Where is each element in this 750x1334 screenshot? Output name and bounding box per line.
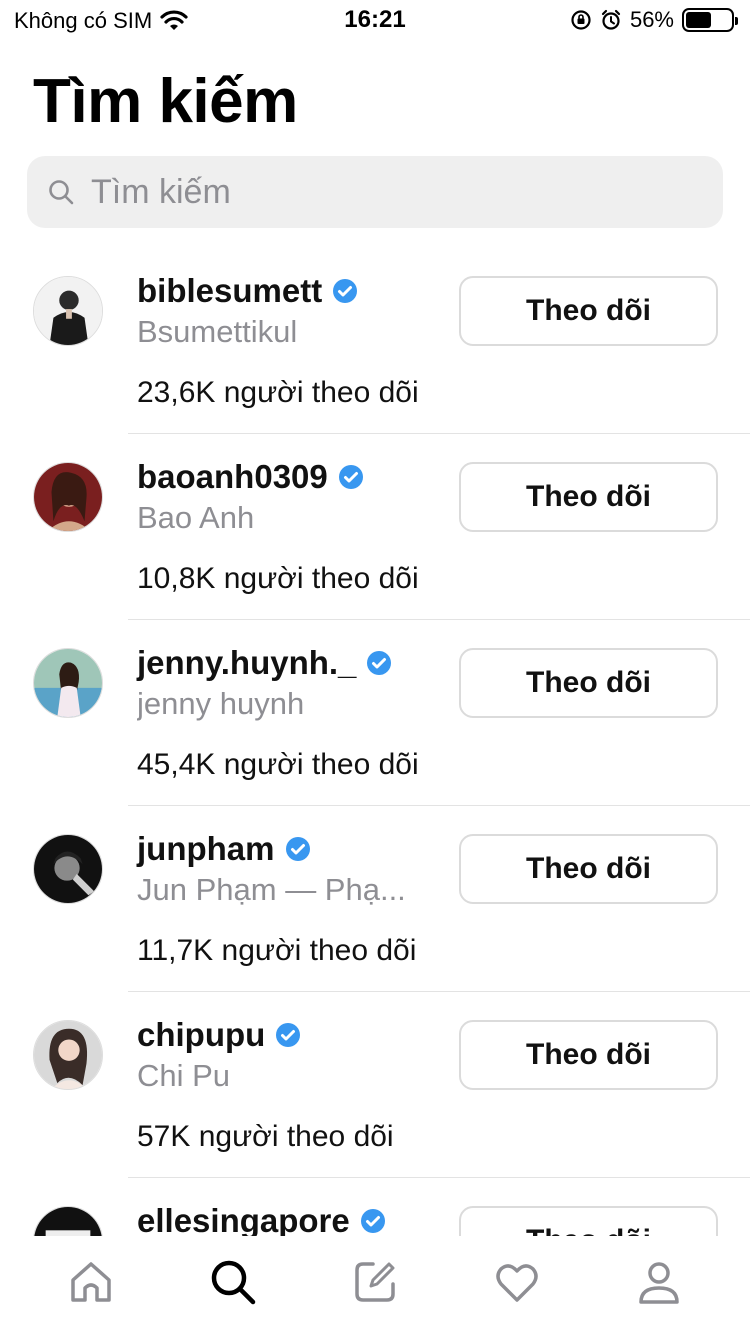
- tab-home[interactable]: [61, 1252, 121, 1312]
- avatar[interactable]: [33, 276, 103, 346]
- avatar[interactable]: [33, 834, 103, 904]
- search-bar[interactable]: [27, 156, 723, 228]
- list-item[interactable]: junpham Jun Phạm — Phạ... 11,7K người th…: [0, 806, 750, 992]
- follow-button[interactable]: Theo dõi: [459, 1206, 718, 1236]
- status-right: 56%: [570, 7, 738, 33]
- search-icon: [211, 1260, 256, 1305]
- profile-icon: [639, 1262, 679, 1304]
- verified-badge-icon: [285, 837, 310, 861]
- tab-profile[interactable]: [629, 1252, 689, 1312]
- search-results-list: biblesumett Bsumettikul 23,6K người theo…: [0, 248, 750, 1236]
- follow-button[interactable]: Theo dõi: [459, 276, 718, 346]
- username[interactable]: jenny.huynh._: [137, 644, 356, 682]
- search-input[interactable]: [91, 172, 671, 212]
- search-icon: [49, 180, 74, 205]
- username[interactable]: biblesumett: [137, 272, 322, 310]
- page-title: Tìm kiếm: [33, 67, 298, 136]
- tab-bar: [0, 1236, 750, 1334]
- follow-button[interactable]: Theo dõi: [459, 648, 718, 718]
- verified-badge-icon: [360, 1209, 385, 1233]
- avatar[interactable]: [33, 1206, 103, 1236]
- follow-button[interactable]: Theo dõi: [459, 834, 718, 904]
- follow-button[interactable]: Theo dõi: [459, 1020, 718, 1090]
- avatar[interactable]: [33, 648, 103, 718]
- compose-icon: [355, 1262, 395, 1302]
- follower-count: 23,6K người theo dõi: [137, 376, 419, 409]
- tab-activity[interactable]: [487, 1252, 547, 1312]
- tab-search[interactable]: [203, 1252, 263, 1312]
- username-line: biblesumett: [137, 272, 358, 310]
- list-item[interactable]: ellesingapore Theo dõi: [0, 1178, 750, 1236]
- username-line: baoanh0309: [137, 458, 364, 496]
- follow-button[interactable]: Theo dõi: [459, 462, 718, 532]
- follower-count: 57K người theo dõi: [137, 1120, 394, 1153]
- battery-percent: 56%: [629, 7, 674, 32]
- follower-count: 11,7K người theo dõi: [137, 934, 417, 967]
- username-line: jenny.huynh._: [137, 644, 392, 682]
- list-item[interactable]: chipupu Chi Pu 57K người theo dõi Theo d…: [0, 992, 750, 1178]
- username[interactable]: chipupu: [137, 1016, 265, 1054]
- battery-level: [686, 12, 711, 28]
- alarm-icon: [601, 9, 621, 30]
- verified-badge-icon: [338, 465, 363, 489]
- full-name: Bsumettikul: [137, 314, 298, 349]
- verified-badge-icon: [276, 1023, 301, 1047]
- status-bar: Không có SIM 16:21 56%: [0, 0, 750, 40]
- avatar[interactable]: [33, 1020, 103, 1090]
- username[interactable]: junpham: [137, 830, 275, 868]
- tab-compose[interactable]: [345, 1252, 405, 1312]
- username-line: ellesingapore: [137, 1202, 386, 1236]
- verified-badge-icon: [367, 651, 392, 675]
- full-name: Jun Phạm — Phạ...: [137, 872, 406, 907]
- list-item[interactable]: jenny.huynh._ jenny huynh 45,4K người th…: [0, 620, 750, 806]
- avatar[interactable]: [33, 462, 103, 532]
- verified-badge-icon: [333, 279, 358, 303]
- follower-count: 45,4K người theo dõi: [137, 748, 419, 781]
- list-item[interactable]: baoanh0309 Bao Anh 10,8K người theo dõi …: [0, 434, 750, 620]
- full-name: jenny huynh: [137, 686, 305, 721]
- username-line: chipupu: [137, 1016, 301, 1054]
- username-line: junpham: [137, 830, 311, 868]
- full-name: Chi Pu: [137, 1058, 231, 1093]
- rotation-lock-icon: [571, 10, 591, 30]
- battery-icon: [682, 8, 738, 32]
- heart-icon: [496, 1264, 538, 1302]
- home-icon: [71, 1262, 111, 1302]
- username[interactable]: baoanh0309: [137, 458, 328, 496]
- username[interactable]: ellesingapore: [137, 1202, 350, 1236]
- full-name: Bao Anh: [137, 500, 255, 535]
- list-item[interactable]: biblesumett Bsumettikul 23,6K người theo…: [0, 248, 750, 434]
- follower-count: 10,8K người theo dõi: [137, 562, 419, 595]
